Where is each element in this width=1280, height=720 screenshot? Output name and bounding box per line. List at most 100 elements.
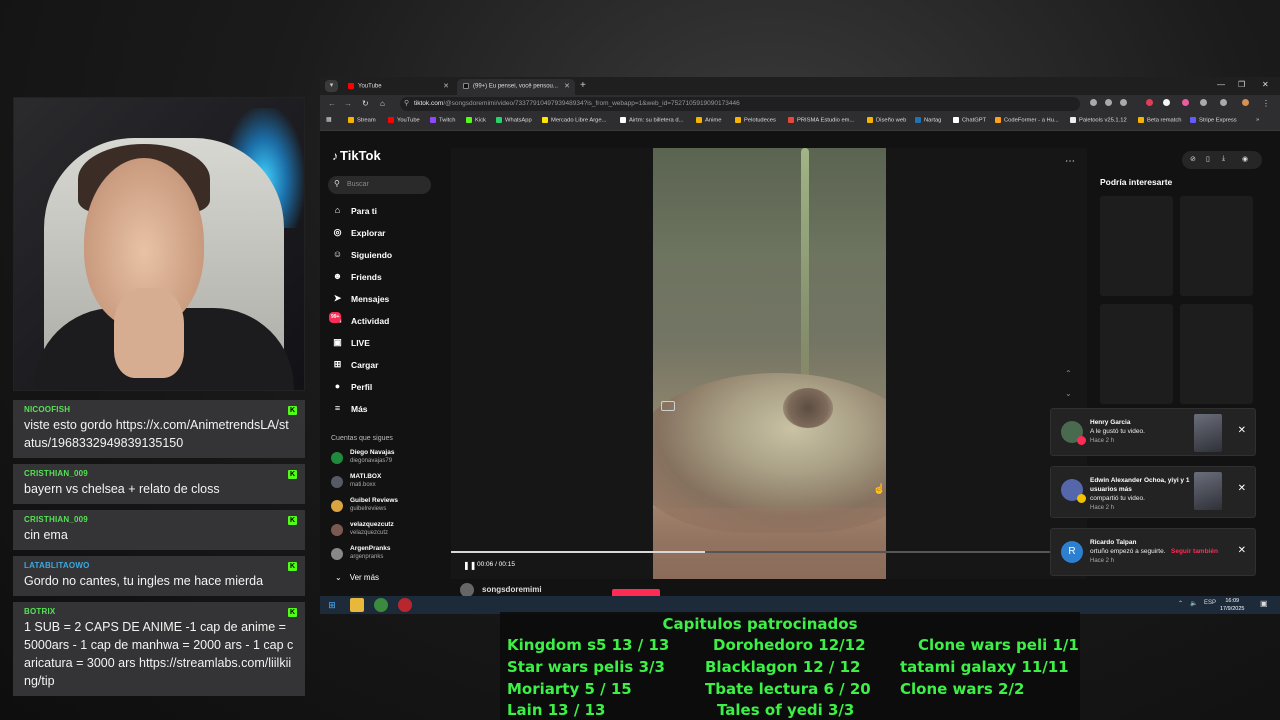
reload-icon[interactable]: ↻ bbox=[362, 99, 369, 108]
download-icon[interactable]: ⤓ bbox=[1222, 155, 1225, 163]
bookmark-item[interactable]: Stream bbox=[348, 117, 376, 124]
tab-youtube[interactable]: YouTube ✕ bbox=[342, 79, 454, 95]
nav-para-ti[interactable]: ⌂ Para ti bbox=[332, 204, 392, 226]
forward-icon[interactable]: → bbox=[344, 99, 352, 108]
bookmark-item[interactable]: Beta rematch bbox=[1138, 117, 1181, 124]
coin-icon[interactable]: ⊘ bbox=[1190, 155, 1196, 163]
extension-icon[interactable] bbox=[1146, 99, 1153, 106]
bookmark-item[interactable]: Mercado Libre Arge... bbox=[542, 117, 606, 124]
account-item[interactable]: ArgenPranks argenpranks bbox=[331, 545, 398, 569]
follow-button[interactable] bbox=[612, 589, 660, 596]
bookmark-item[interactable]: Anime bbox=[696, 117, 721, 124]
nav-perfil[interactable]: ● Perfil bbox=[332, 380, 392, 402]
url-input[interactable]: ⚲ tiktok.com/@songsdoremimi/video/733779… bbox=[400, 97, 1080, 111]
windows-start-icon[interactable]: ⊞ bbox=[325, 598, 339, 612]
notifications-icon[interactable]: ▣ bbox=[1260, 599, 1268, 608]
menu-kebab-icon[interactable]: ⋮ bbox=[1262, 99, 1270, 108]
close-icon[interactable]: ✕ bbox=[1238, 483, 1246, 494]
chrome-icon[interactable] bbox=[374, 598, 388, 612]
nav-mas[interactable]: ≡ Más bbox=[332, 402, 392, 424]
more-options-icon[interactable]: ⋯ bbox=[1065, 156, 1075, 167]
close-icon[interactable]: ✕ bbox=[1238, 425, 1246, 436]
maximize-icon[interactable]: ❐ bbox=[1238, 80, 1245, 89]
recommended-video[interactable] bbox=[1180, 196, 1253, 296]
video-frame[interactable] bbox=[653, 148, 886, 579]
bookmark-item[interactable]: Kick bbox=[466, 117, 486, 124]
tiktok-logo[interactable]: ♪ TikTok bbox=[332, 148, 381, 163]
obs-icon[interactable] bbox=[398, 598, 412, 612]
cast-icon[interactable] bbox=[1090, 99, 1097, 106]
keyboard-language[interactable]: ESP bbox=[1204, 600, 1216, 606]
device-icon[interactable]: ▯ bbox=[1206, 155, 1210, 163]
more-bookmarks-icon[interactable]: » bbox=[1256, 117, 1259, 123]
folder-icon bbox=[867, 117, 873, 123]
close-tab-icon[interactable]: ✕ bbox=[443, 82, 449, 90]
bookmark-item[interactable]: PRISMA Estudio em... bbox=[788, 117, 854, 124]
close-icon[interactable]: ✕ bbox=[1238, 545, 1246, 556]
follow-back-button[interactable]: Seguir también bbox=[1171, 548, 1218, 555]
pause-icon[interactable]: ❚❚ bbox=[463, 561, 476, 570]
account-item[interactable]: Diego Navajas diegonavajas79 bbox=[331, 449, 398, 473]
file-explorer-icon[interactable] bbox=[350, 598, 364, 612]
tab-search-button[interactable]: ▾ bbox=[325, 80, 338, 92]
bookmark-item[interactable]: YouTube bbox=[388, 117, 420, 124]
extension-icon[interactable] bbox=[1182, 99, 1189, 106]
back-icon[interactable]: ← bbox=[328, 99, 336, 108]
notification[interactable]: R Ricardo Talpan ortuño empezó a seguirt… bbox=[1050, 528, 1256, 576]
site-info-icon[interactable]: ⚲ bbox=[404, 99, 409, 107]
bookmark-item[interactable]: ChatGPT bbox=[953, 117, 986, 124]
nav-cargar[interactable]: ⊞ Cargar bbox=[332, 358, 392, 380]
apps-grid-icon[interactable]: ▦ bbox=[326, 117, 331, 123]
home-icon[interactable]: ⌂ bbox=[380, 99, 385, 108]
notification[interactable]: Henry Garcia A le gustó tu video. Hace 2… bbox=[1050, 408, 1256, 456]
nav-live[interactable]: ▣ LIVE bbox=[332, 336, 392, 358]
profile-avatar-icon[interactable] bbox=[1242, 99, 1249, 106]
recommended-video[interactable] bbox=[1100, 196, 1173, 296]
notification[interactable]: Edwin Alexander Ochoa, yiyi y 1 usuarios… bbox=[1050, 466, 1256, 518]
bookmark-item[interactable]: WhatsApp bbox=[496, 117, 532, 124]
bookmark-item[interactable]: Nartag bbox=[915, 117, 941, 124]
nav-friends[interactable]: ☻ Friends bbox=[332, 270, 392, 292]
bookmark-star-icon[interactable] bbox=[1120, 99, 1127, 106]
system-clock[interactable]: 16:09 17/9/2025 bbox=[1220, 597, 1244, 613]
close-tab-icon[interactable]: ✕ bbox=[564, 82, 570, 90]
nav-mensajes[interactable]: ➤ Mensajes bbox=[332, 292, 392, 314]
minimize-icon[interactable]: — bbox=[1217, 80, 1225, 89]
video-player[interactable]: ☝ ⋯ ❚❚ 00:06 / 00:15 bbox=[451, 148, 1087, 579]
captions-icon[interactable] bbox=[661, 401, 675, 411]
recommended-video[interactable] bbox=[1100, 304, 1173, 404]
tray-chevron-icon[interactable]: ⌃ bbox=[1178, 600, 1183, 607]
extension-icon[interactable] bbox=[1163, 99, 1170, 106]
video-progress-bar[interactable] bbox=[451, 551, 1087, 553]
nav-siguiendo[interactable]: ☺ Siguiendo bbox=[332, 248, 392, 270]
recommended-video[interactable] bbox=[1180, 304, 1253, 404]
profile-icon[interactable]: ◉ bbox=[1242, 155, 1248, 163]
bookmark-item[interactable]: Pelotudeces bbox=[735, 117, 776, 124]
new-tab-icon[interactable]: + bbox=[580, 80, 586, 91]
nav-actividad[interactable]: ▭99+ Actividad bbox=[329, 312, 392, 336]
uploader[interactable]: songsdoremimi bbox=[460, 583, 542, 596]
account-item[interactable]: velazquezcutz velazquezcutz bbox=[331, 521, 398, 545]
sponsor-title: Capitulos patrocinados bbox=[662, 615, 858, 633]
bookmark-item[interactable]: Stripe Express bbox=[1190, 117, 1237, 124]
translate-icon[interactable] bbox=[1105, 99, 1112, 106]
search-input[interactable]: ⚲ Buscar bbox=[328, 176, 431, 194]
bookmark-item[interactable]: Paletools v25.1.12 bbox=[1070, 117, 1127, 124]
bookmark-item[interactable]: Diseño web bbox=[867, 117, 906, 124]
nav-label: Mensajes bbox=[351, 294, 390, 304]
account-item[interactable]: MATI.BOX mati.boxx bbox=[331, 473, 398, 497]
avatar: R bbox=[1061, 541, 1083, 563]
bookmark-item[interactable]: CodeFormer - a Hu... bbox=[995, 117, 1059, 124]
extensions-puzzle-icon[interactable] bbox=[1200, 99, 1207, 106]
volume-icon[interactable]: 🔈 bbox=[1190, 600, 1197, 607]
chevron-up-icon[interactable]: ⌃ bbox=[1065, 369, 1072, 378]
downloads-icon[interactable] bbox=[1220, 99, 1227, 106]
see-more-button[interactable]: ⌄ Ver más bbox=[335, 573, 379, 582]
tab-tiktok[interactable]: (99+) Eu pensei, você pensou... ✕ bbox=[457, 79, 575, 95]
close-window-icon[interactable]: ✕ bbox=[1262, 80, 1269, 89]
nav-explorar[interactable]: ◎ Explorar bbox=[332, 226, 392, 248]
bookmark-item[interactable]: Airtm: su billetera d... bbox=[620, 117, 683, 124]
bookmark-item[interactable]: Twitch bbox=[430, 117, 455, 124]
account-item[interactable]: Guibel Reviews guibelreviews bbox=[331, 497, 398, 521]
chevron-down-icon[interactable]: ⌄ bbox=[1065, 389, 1072, 398]
